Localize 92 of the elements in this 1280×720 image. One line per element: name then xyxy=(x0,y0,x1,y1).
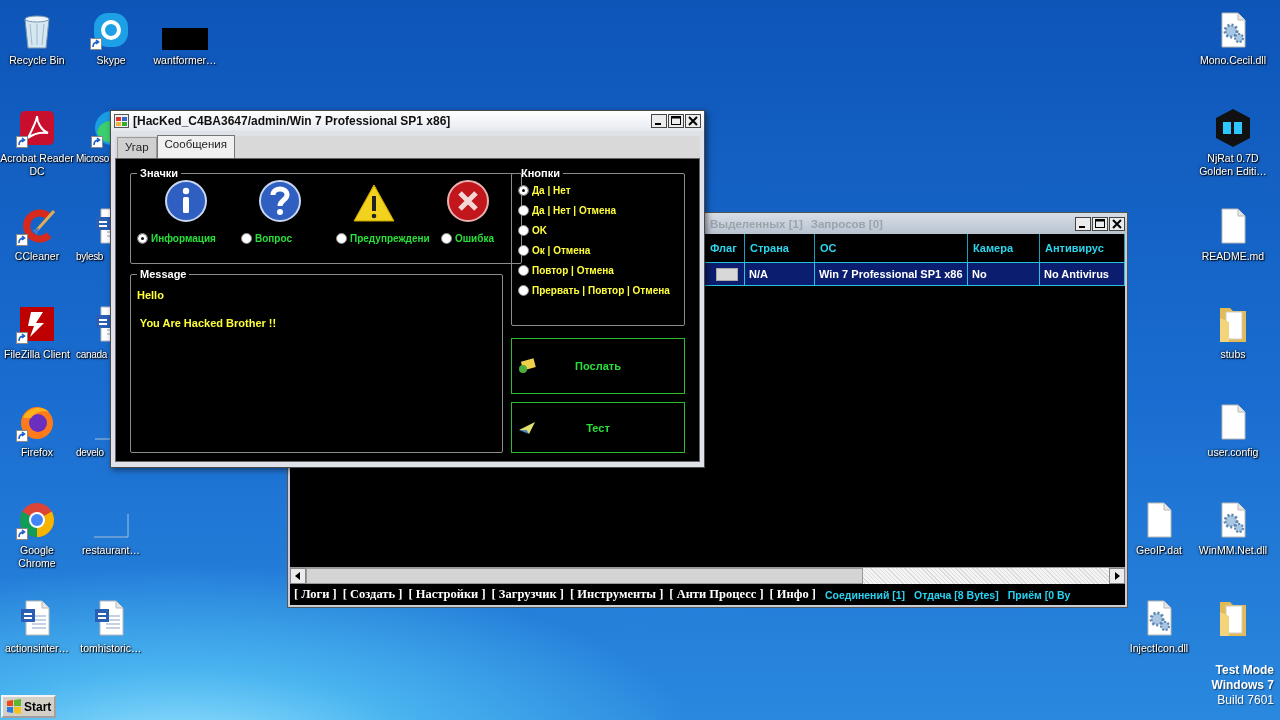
warning-icon xyxy=(352,183,396,223)
hexagon-app-icon[interactable] xyxy=(1213,108,1253,148)
radio-label[interactable]: Прервать | Повтор | Отмена xyxy=(532,285,670,296)
icon-label[interactable]: develo xyxy=(74,446,104,459)
radio-button[interactable] xyxy=(518,225,529,236)
question-icon xyxy=(258,179,302,223)
radio-button[interactable] xyxy=(518,185,529,196)
radio-label[interactable]: Предупреждени xyxy=(350,233,430,244)
radio-label[interactable]: OK xyxy=(532,225,547,236)
icon-label[interactable]: wantformer… xyxy=(153,54,217,67)
radio-button[interactable] xyxy=(518,265,529,276)
group-title: Значки xyxy=(139,167,180,179)
status-counter: Соединений [1] xyxy=(824,588,906,601)
maximize-button[interactable] xyxy=(668,114,684,128)
icon-label[interactable]: user.config xyxy=(1207,446,1259,459)
icon-label[interactable]: README.md xyxy=(1201,250,1265,263)
pdf-reader-icon[interactable] xyxy=(17,108,57,148)
envelope-icon xyxy=(518,358,536,374)
radio-label[interactable]: Да | Нет | Отмена xyxy=(532,205,617,216)
thumbnail-icon[interactable] xyxy=(162,28,208,50)
icon-label[interactable]: restaurant… xyxy=(82,544,140,557)
menu-item[interactable]: [ Создать ] xyxy=(342,587,403,602)
menu-item[interactable]: [ Логи ] xyxy=(294,587,337,602)
icon-label[interactable]: stubs xyxy=(1220,348,1246,361)
icon-label[interactable]: FileZilla Client xyxy=(4,348,70,361)
minimize-button[interactable] xyxy=(1075,216,1091,231)
table-cell: No xyxy=(968,263,1040,285)
group-title: Message xyxy=(139,268,188,280)
group-title: Кнопки xyxy=(520,167,561,179)
flag-icon xyxy=(715,267,738,281)
icon-label[interactable]: Acrobat Reader DC xyxy=(0,152,74,178)
menu-item[interactable]: [ Анти Процесс ] xyxy=(669,587,764,602)
scrollbar-thumb[interactable] xyxy=(306,568,863,584)
send-button[interactable]: Послать xyxy=(511,338,685,394)
table-cell: Win 7 Professional SP1 x86 xyxy=(815,263,968,285)
radio-button[interactable] xyxy=(518,205,529,216)
icon-label[interactable]: Mono.Cecil.dll xyxy=(1200,54,1266,67)
radio-label[interactable]: Ошибка xyxy=(455,233,494,244)
menu-item[interactable]: [ Инфо ] xyxy=(769,587,816,602)
icon-label[interactable]: InjectIcon.dll xyxy=(1129,642,1189,655)
os-info-text: Build 7601 xyxy=(1217,693,1274,708)
paper-plane-icon xyxy=(518,420,536,435)
start-button[interactable]: Start xyxy=(1,695,57,718)
icon-label[interactable]: Recycle Bin xyxy=(9,54,65,67)
os-info-text: Windows 7 xyxy=(1211,678,1274,693)
icon-label[interactable]: WinMM.Net.dll xyxy=(1198,544,1268,557)
radio-button[interactable] xyxy=(336,233,347,244)
scroll-right-button[interactable] xyxy=(1109,568,1125,584)
os-info-text: Test Mode xyxy=(1215,663,1274,678)
error-icon xyxy=(446,179,490,223)
menu-item[interactable]: [ Настройки ] xyxy=(408,587,486,602)
radio-button[interactable] xyxy=(518,285,529,296)
table-cell: No Antivirus xyxy=(1040,263,1125,285)
icon-label[interactable]: Skype xyxy=(96,54,126,67)
icon-label[interactable]: canada xyxy=(74,348,107,361)
close-button[interactable] xyxy=(685,114,701,128)
info-icon xyxy=(164,179,208,223)
radio-label[interactable]: Да | Нет xyxy=(532,185,571,196)
maximize-button[interactable] xyxy=(1092,216,1108,231)
status-counter: Приём [0 By xyxy=(1007,588,1071,601)
radio-label[interactable]: Ок | Отмена xyxy=(532,245,591,256)
radio-label[interactable]: Информация xyxy=(151,233,216,244)
message-field[interactable]: Hello You Are Hacked Brother !! xyxy=(137,288,496,438)
table-cell: N/A xyxy=(745,263,815,285)
icon-label[interactable]: NjRat 0.7D Golden Editi… xyxy=(1196,152,1270,178)
radio-label[interactable]: Повтор | Отмена xyxy=(532,265,614,276)
minimize-button[interactable] xyxy=(651,114,667,128)
icon-label[interactable]: bylesb xyxy=(74,250,104,263)
menu-item[interactable]: [ Инструменты ] xyxy=(569,587,664,602)
window-title: [HacKed_C4BA3647/admin/Win 7 Professional SP1 x86] xyxy=(133,114,452,128)
windows-flag-icon xyxy=(6,699,22,714)
app-icon xyxy=(114,114,129,128)
browser-icon[interactable] xyxy=(17,500,57,540)
radio-button[interactable] xyxy=(137,233,148,244)
icon-label[interactable]: Firefox xyxy=(20,446,54,459)
icon-label[interactable]: Microso xyxy=(74,152,109,165)
icon-label[interactable]: GeoIP.dat xyxy=(1136,544,1182,557)
close-button[interactable] xyxy=(1109,216,1125,231)
ftp-app-icon[interactable] xyxy=(17,304,57,344)
tab[interactable]: Сообщения xyxy=(156,135,235,158)
icon-label[interactable]: CCleaner xyxy=(14,250,60,263)
tab[interactable]: Угар xyxy=(117,137,157,158)
menu-item[interactable]: [ Загрузчик ] xyxy=(491,587,564,602)
status-counter: Отдача [8 Bytes] xyxy=(914,588,999,601)
chat-app-icon[interactable] xyxy=(91,10,131,50)
test-button[interactable]: Тест xyxy=(511,402,685,453)
icon-label[interactable]: Google Chrome xyxy=(0,544,74,570)
radio-button[interactable] xyxy=(241,233,252,244)
scroll-left-button[interactable] xyxy=(290,568,306,584)
radio-button[interactable] xyxy=(441,233,452,244)
radio-label[interactable]: Вопрос xyxy=(255,233,293,244)
radio-button[interactable] xyxy=(518,245,529,256)
